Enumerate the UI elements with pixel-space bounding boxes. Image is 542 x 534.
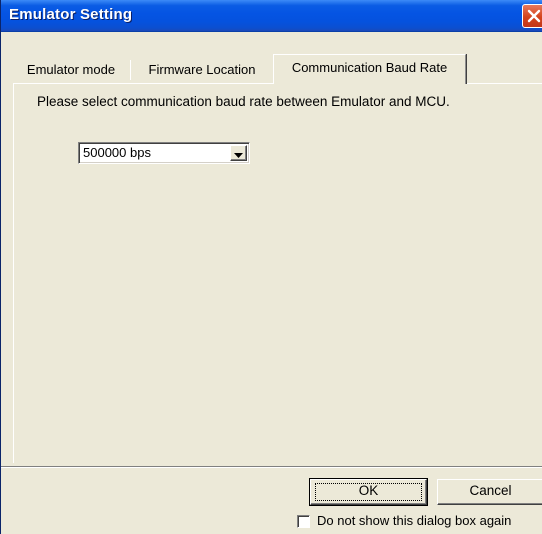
baud-rate-value: 500000 bps bbox=[83, 145, 151, 160]
title-bar[interactable]: Emulator Setting bbox=[1, 0, 542, 32]
tab-firmware-location[interactable]: Firmware Location bbox=[133, 58, 271, 82]
focus-ring bbox=[315, 483, 422, 501]
dont-show-again-checkbox[interactable] bbox=[297, 515, 310, 528]
dont-show-again-row[interactable]: Do not show this dialog box again bbox=[297, 513, 542, 531]
cancel-button-label: Cancel bbox=[469, 483, 512, 498]
tab-label: Emulator mode bbox=[26, 62, 116, 77]
tab-divider bbox=[130, 60, 131, 80]
tab-communication-baud-rate[interactable]: Communication Baud Rate bbox=[273, 54, 466, 84]
window-title: Emulator Setting bbox=[9, 6, 133, 23]
emulator-setting-dialog: Emulator Setting Emulator mode Firmware … bbox=[0, 0, 542, 534]
tab-label: Communication Baud Rate bbox=[291, 60, 448, 75]
cancel-button[interactable]: Cancel bbox=[437, 479, 542, 505]
close-button[interactable] bbox=[522, 4, 542, 28]
tab-panel-communication-baud-rate: Please select communication baud rate be… bbox=[13, 83, 542, 463]
tab-label: Firmware Location bbox=[148, 62, 256, 77]
close-icon bbox=[527, 9, 541, 23]
dropdown-button[interactable] bbox=[230, 145, 247, 161]
dont-show-again-label[interactable]: Do not show this dialog box again bbox=[317, 513, 511, 528]
instruction-text: Please select communication baud rate be… bbox=[37, 94, 450, 109]
tab-emulator-mode[interactable]: Emulator mode bbox=[13, 58, 129, 82]
baud-rate-select[interactable]: 500000 bps bbox=[78, 142, 250, 164]
tab-strip: Emulator mode Firmware Location Communic… bbox=[1, 54, 542, 84]
chevron-down-icon bbox=[234, 144, 243, 163]
ok-button[interactable]: OK bbox=[309, 478, 428, 506]
footer-divider-highlight bbox=[1, 467, 542, 468]
